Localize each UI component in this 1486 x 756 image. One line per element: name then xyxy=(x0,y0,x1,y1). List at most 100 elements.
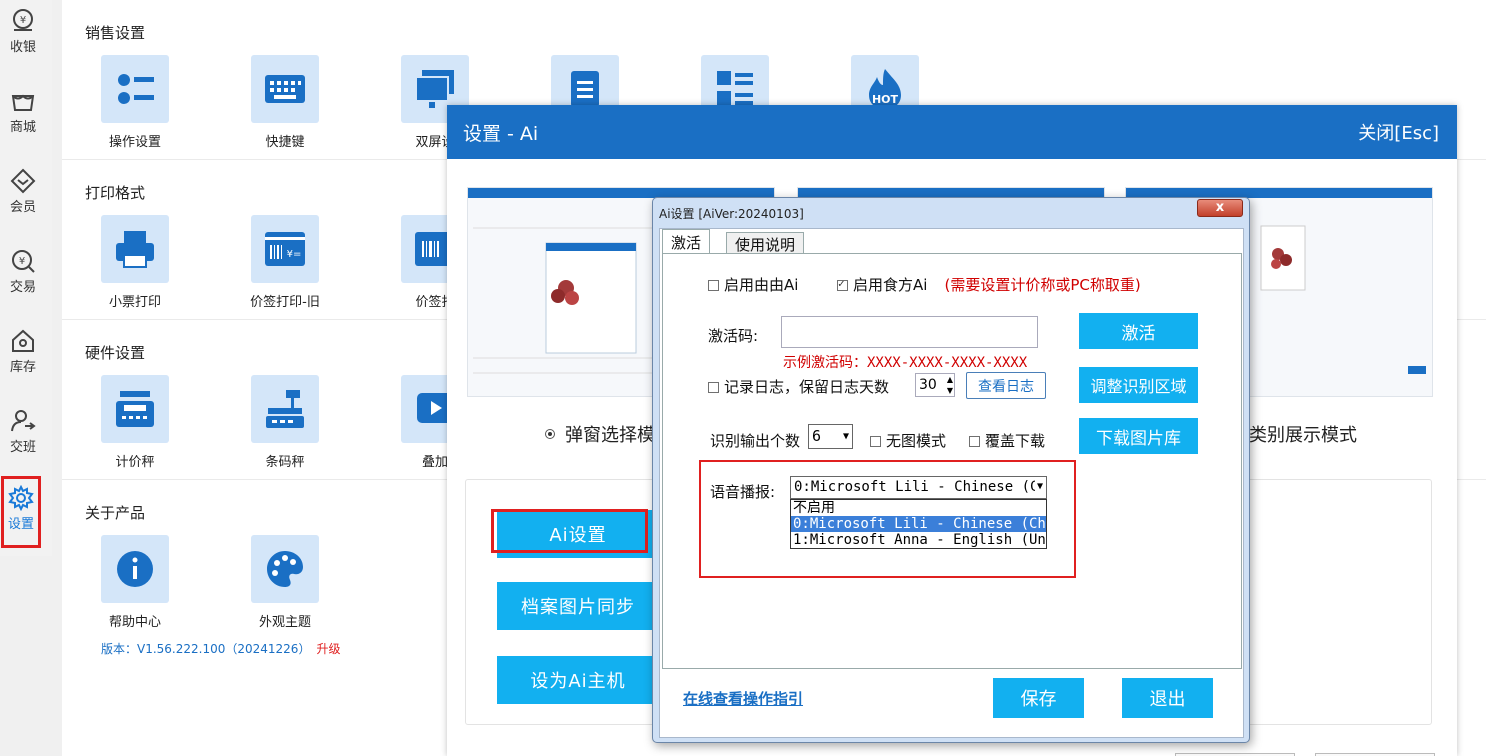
svg-text:¥: ¥ xyxy=(20,15,26,26)
tab-manual[interactable]: 使用说明 xyxy=(726,232,805,254)
keyboard-icon xyxy=(265,75,305,103)
log-days-spinner[interactable]: 30 ▲ ▼ xyxy=(915,373,955,397)
log-days-value: 30 xyxy=(919,377,937,393)
printer-icon xyxy=(116,231,154,268)
tile-label: 快捷键 xyxy=(265,135,305,150)
enable-youyou-checkbox[interactable]: 启用由由Ai xyxy=(708,274,798,295)
tile-receipt-print[interactable]: 小票打印 xyxy=(75,215,195,310)
checkbox-checked-icon xyxy=(837,277,848,291)
enable-shifang-checkbox[interactable]: 启用食方Ai (需要设置计价称或PC称取重) xyxy=(837,274,1141,295)
online-guide-link[interactable]: 在线查看操作指引 xyxy=(683,688,803,709)
mode-popup-radio[interactable]: 弹窗选择模 xyxy=(545,421,655,447)
tile-shortcuts[interactable]: 快捷键 xyxy=(225,55,345,150)
mode-label: 类别展示模式 xyxy=(1249,425,1357,446)
chevron-down-icon: ▼ xyxy=(842,431,849,442)
activation-code-input[interactable] xyxy=(781,316,1038,348)
tile-label: 帮助中心 xyxy=(108,615,161,630)
nav-label: 交易 xyxy=(9,280,36,295)
panel-title: 设置 - Ai xyxy=(463,122,539,145)
barcode-scale-icon xyxy=(266,390,304,428)
tile-pricing-scale[interactable]: 计价秤 xyxy=(75,375,195,470)
nav-item-cashier[interactable]: ¥ 收银 xyxy=(0,0,46,70)
app-window: ¥ 收银 商城 会员 ¥ 交易 库存 交班 设置 销售设置 操作设置 快捷键 双… xyxy=(0,0,1486,756)
checkbox-icon xyxy=(870,436,881,447)
section-title: 硬件设置 xyxy=(85,344,146,362)
tile-label: 条码秤 xyxy=(265,455,305,470)
section-title: 打印格式 xyxy=(85,184,146,202)
scale-icon xyxy=(116,391,154,427)
overwrite-download-checkbox[interactable]: 覆盖下载 xyxy=(969,430,1045,451)
tile-label: 小票打印 xyxy=(108,295,161,310)
highlight-frame xyxy=(491,509,648,553)
sync-images-button[interactable]: 档案图片同步 xyxy=(497,582,659,630)
member-icon xyxy=(10,168,36,194)
section-title: 关于产品 xyxy=(85,504,146,522)
tile-price-tag-old[interactable]: ¥= 价签打印-旧 xyxy=(225,215,345,310)
download-library-button[interactable]: 下载图片库 xyxy=(1079,418,1198,454)
view-log-button[interactable]: 查看日志 xyxy=(966,372,1046,399)
nav-item-inventory[interactable]: 库存 xyxy=(0,320,46,390)
left-nav: ¥ 收银 商城 会员 ¥ 交易 库存 交班 设置 xyxy=(0,0,52,556)
tile-barcode-scale[interactable]: 条码秤 xyxy=(225,375,345,470)
dialog-close-button[interactable]: x xyxy=(1197,199,1243,217)
panel-close-button[interactable]: 关闭[Esc] xyxy=(1358,119,1439,145)
tile-label: 操作设置 xyxy=(108,135,161,150)
ai-settings-dialog: Ai设置 [AiVer:20240103] x 激活 使用说明 启用由由Ai 启… xyxy=(652,197,1250,743)
nav-item-mall[interactable]: 商城 xyxy=(0,80,46,150)
output-count-label: 识别输出个数 xyxy=(710,432,801,450)
nav-label: 商城 xyxy=(9,120,36,135)
nav-item-shift[interactable]: 交班 xyxy=(0,400,46,470)
tab-activate[interactable]: 激活 xyxy=(662,229,711,253)
output-count-select[interactable]: 6 ▼ xyxy=(808,424,853,449)
set-ai-master-button[interactable]: 设为Ai主机 xyxy=(497,656,659,704)
trade-icon: ¥ xyxy=(12,250,35,273)
no-image-mode-checkbox[interactable]: 无图模式 xyxy=(870,430,946,451)
upgrade-link[interactable]: 升级 xyxy=(316,642,340,656)
dialog-title: Ai设置 [AiVer:20240103] xyxy=(659,207,804,221)
tile-label: 价签打印-旧 xyxy=(250,295,320,310)
nav-item-settings[interactable]: 设置 xyxy=(1,476,41,548)
nav-label: 交班 xyxy=(9,440,36,455)
dialog-body: 激活 使用说明 启用由由Ai 启用食方Ai (需要设置计价称或PC称取重) 激活… xyxy=(659,228,1244,738)
highlight-frame xyxy=(699,460,1076,578)
exit-button[interactable]: 退出 xyxy=(1122,678,1213,718)
checkbox-icon xyxy=(969,436,980,447)
enable-note: (需要设置计价称或PC称取重) xyxy=(944,276,1141,294)
close-icon: x xyxy=(1215,200,1225,215)
nav-label: 库存 xyxy=(9,360,36,375)
adjust-area-button[interactable]: 调整识别区域 xyxy=(1079,367,1198,403)
home-icon xyxy=(12,329,34,352)
svg-text:¥=: ¥= xyxy=(287,249,302,260)
version-text: 版本：V1.56.222.100（20241226） xyxy=(101,642,311,656)
nav-item-trade[interactable]: ¥ 交易 xyxy=(0,240,46,310)
tile-theme[interactable]: 外观主题 xyxy=(225,535,345,630)
tile-operation-settings[interactable]: 操作设置 xyxy=(75,55,195,150)
tile-label: 外观主题 xyxy=(258,615,311,630)
cashier-icon: ¥ xyxy=(13,9,33,31)
nav-label: 会员 xyxy=(9,200,36,215)
spinner-arrows-icon[interactable]: ▲ ▼ xyxy=(947,374,953,396)
mode-category-radio[interactable]: 类别展示模式 xyxy=(1249,421,1357,447)
tile-label: 计价秤 xyxy=(115,455,155,470)
nav-item-member[interactable]: 会员 xyxy=(0,160,46,230)
nav-label: 设置 xyxy=(7,517,34,532)
price-tag-icon: ¥= xyxy=(265,232,305,266)
save-button[interactable]: 保存 xyxy=(993,678,1084,718)
handover-icon xyxy=(11,410,36,432)
settings-list-icon xyxy=(118,74,154,104)
panel-header: 设置 - Ai 关闭[Esc] xyxy=(447,105,1457,159)
version-info: 版本：V1.56.222.100（20241226） 升级 xyxy=(101,640,340,657)
monitor-icon xyxy=(415,70,454,108)
activation-code-label: 激活码: xyxy=(708,327,759,345)
nav-label: 收银 xyxy=(9,40,36,55)
svg-text:¥: ¥ xyxy=(19,256,25,267)
checkbox-icon xyxy=(708,382,719,393)
tile-help-center[interactable]: 帮助中心 xyxy=(75,535,195,630)
palette-icon xyxy=(267,551,303,587)
log-checkbox[interactable]: 记录日志，保留日志天数 xyxy=(708,376,889,397)
gear-icon xyxy=(8,485,34,511)
list-layout-icon xyxy=(717,71,753,107)
activate-button[interactable]: 激活 xyxy=(1079,313,1198,349)
document-icon xyxy=(571,71,599,107)
activation-example: 示例激活码：XXXX-XXXX-XXXX-XXXX xyxy=(783,355,1028,371)
